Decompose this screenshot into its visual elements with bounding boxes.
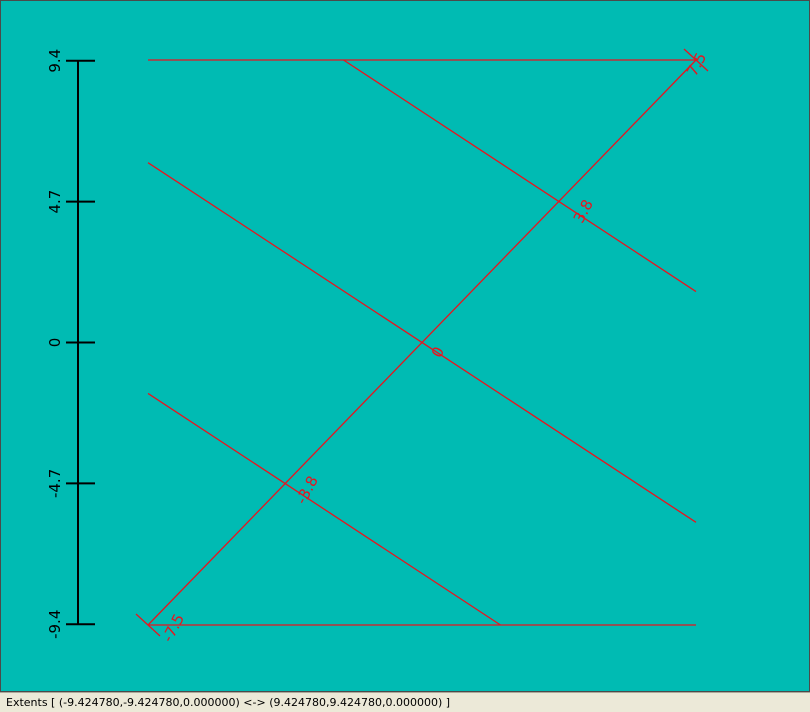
plot-svg: 9.4 4.7 0 -4.7 -9.4 7.5 3.8 0 -3.8 -7.5	[46, 48, 711, 645]
axis-tick-label: 0	[46, 338, 64, 348]
plot-line	[343, 59, 697, 293]
value-label: 3.8	[570, 197, 597, 227]
axis-tick-label: -4.7	[46, 469, 64, 498]
value-label: -7.5	[159, 611, 189, 645]
value-label: -3.8	[292, 473, 322, 507]
plot-line	[147, 392, 501, 626]
axis-tick-label: 9.4	[46, 49, 64, 73]
vertical-axis: 9.4 4.7 0 -4.7 -9.4	[46, 49, 95, 639]
axis-tick-label: -9.4	[46, 610, 64, 639]
value-labels: 7.53.80-3.8-7.5	[159, 50, 711, 645]
status-bar: Extents [ (-9.424780,-9.424780,0.000000)…	[0, 692, 810, 712]
plot-lines	[135, 48, 709, 637]
status-extents-text: Extents [ (-9.424780,-9.424780,0.000000)…	[6, 696, 451, 709]
plot-line	[147, 162, 697, 523]
value-label: 7.5	[683, 50, 710, 80]
drawing-canvas[interactable]: 9.4 4.7 0 -4.7 -9.4 7.5 3.8 0 -3.8 -7.5	[0, 0, 810, 692]
axis-tick-label: 4.7	[46, 190, 64, 214]
